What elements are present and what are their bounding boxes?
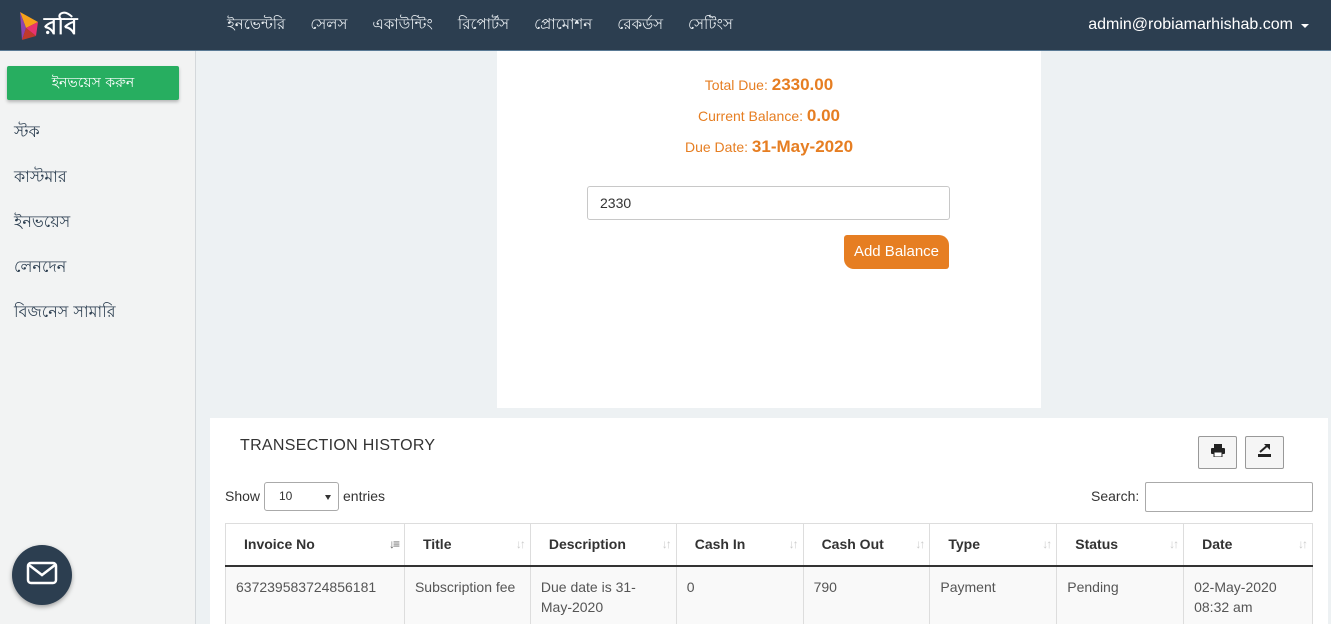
add-balance-button[interactable]: Add Balance [844,235,949,269]
message-button[interactable] [12,545,72,605]
sort-icon: ↓↑ [1169,537,1179,551]
nav-promotion[interactable]: প্রোমোশন [534,13,592,38]
create-invoice-button[interactable]: ইনভয়েস করুন [7,66,179,100]
envelope-icon [26,561,58,590]
sidebar-item-customer[interactable]: কাস্টমার [14,166,116,211]
transaction-history-panel: TRANSECTION HISTORY Show 10 entries Sear… [210,418,1328,624]
due-date-label: Due Date: [684,139,749,155]
sidebar-item-business-summary[interactable]: বিজনেস সামারি [14,301,116,346]
amount-input[interactable]: 2330 [587,186,950,220]
column-header-cash-in[interactable]: Cash In ↓↑ [675,523,804,567]
nav-inventory[interactable]: ইনভেন্টরি [227,13,285,38]
chevron-down-icon [1301,24,1309,28]
table-row: 637239583724856181 Subscription fee Due … [225,565,1313,624]
dropdown-arrow-icon [325,495,331,500]
total-due-value: 2330.00 [771,75,834,94]
sidebar-item-transactions[interactable]: লেনদেন [14,256,116,301]
sort-icon: ↓↑ [1298,537,1308,551]
current-balance-label: Current Balance: [697,108,804,124]
print-button[interactable] [1198,436,1237,469]
transaction-table: Invoice No ↓≡ Title ↓↑ Description ↓↑ Cash … [225,523,1313,624]
main-menu: ইনভেন্টরি সেলস একাউন্টিং রিপোর্টস প্রোমো… [227,0,758,50]
column-header-title[interactable]: Title ↓↑ [403,523,531,567]
brand-name: রবি [44,12,78,40]
cell-type: Payment [929,565,1058,624]
current-balance-value: 0.00 [806,106,841,125]
show-label: Show [225,488,261,504]
due-date-row: Due Date: 31-May-2020 [497,137,1041,157]
total-due-row: Total Due: 2330.00 [497,75,1041,95]
sidebar-item-stock[interactable]: স্টক [14,121,116,166]
cell-date: 02-May-2020 08:32 am [1183,565,1313,624]
robi-logo-icon [18,10,40,42]
column-header-type[interactable]: Type ↓↑ [929,523,1058,567]
brand-logo[interactable]: রবি [18,10,77,42]
total-due-label: Total Due: [704,77,768,93]
table-header-row: Invoice No ↓≡ Title ↓↑ Description ↓↑ Cash … [225,523,1313,567]
cell-invoice-no: 637239583724856181 [225,565,405,624]
sort-icon: ↓↑ [661,537,672,551]
sort-desc-icon: ↓≡ [388,537,400,551]
nav-accounting[interactable]: একাউন্টিং [372,13,433,38]
export-icon [1258,443,1271,462]
column-header-description[interactable]: Description ↓↑ [529,523,677,567]
balance-card: Total Due: 2330.00 Current Balance: 0.00… [497,51,1041,408]
cell-cash-out: 790 [802,565,931,624]
cell-cash-in: 0 [675,565,804,624]
section-title: TRANSECTION HISTORY [240,437,436,454]
top-navbar: রবি ইনভেন্টরি সেলস একাউন্টিং রিপোর্টস প্… [0,0,1331,51]
sidebar-item-invoice[interactable]: ইনভয়েস [14,211,116,256]
due-date-value: 31-May-2020 [751,137,854,156]
column-header-cash-out[interactable]: Cash Out ↓↑ [802,523,931,567]
search-input[interactable] [1145,482,1313,512]
user-menu[interactable]: admin@robiamarhishab.com [1088,0,1309,50]
sidebar: ইনভয়েস করুন স্টক কাস্টমার ইনভয়েস লেনদে… [0,51,196,624]
column-header-date[interactable]: Date ↓↑ [1183,523,1313,567]
cell-title: Subscription fee [403,565,531,624]
page-size-select[interactable]: 10 [264,482,339,511]
sort-icon: ↓↑ [1042,537,1052,551]
user-email: admin@robiamarhishab.com [1088,16,1293,33]
column-header-invoice-no[interactable]: Invoice No ↓≡ [225,523,405,567]
nav-reports[interactable]: রিপোর্টস [458,13,509,38]
sort-icon: ↓↑ [915,537,925,551]
sort-icon: ↓↑ [788,537,799,551]
nav-sales[interactable]: সেলস [310,13,347,38]
sidebar-menu: স্টক কাস্টমার ইনভয়েস লেনদেন বিজনেস সামা… [14,121,116,346]
nav-records[interactable]: রেকর্ডস [617,13,663,38]
current-balance-row: Current Balance: 0.00 [497,106,1041,126]
print-icon [1210,443,1225,462]
search-label: Search: [1091,488,1140,504]
export-button[interactable] [1245,436,1284,469]
column-header-status[interactable]: Status ↓↑ [1056,523,1185,567]
cell-status: Pending [1056,565,1185,624]
cell-description: Due date is 31-May-2020 [529,565,677,624]
nav-settings[interactable]: সেটিংস [688,13,733,38]
page-size-value: 10 [279,489,293,503]
entries-label: entries [343,488,386,504]
sort-icon: ↓↑ [515,537,526,551]
